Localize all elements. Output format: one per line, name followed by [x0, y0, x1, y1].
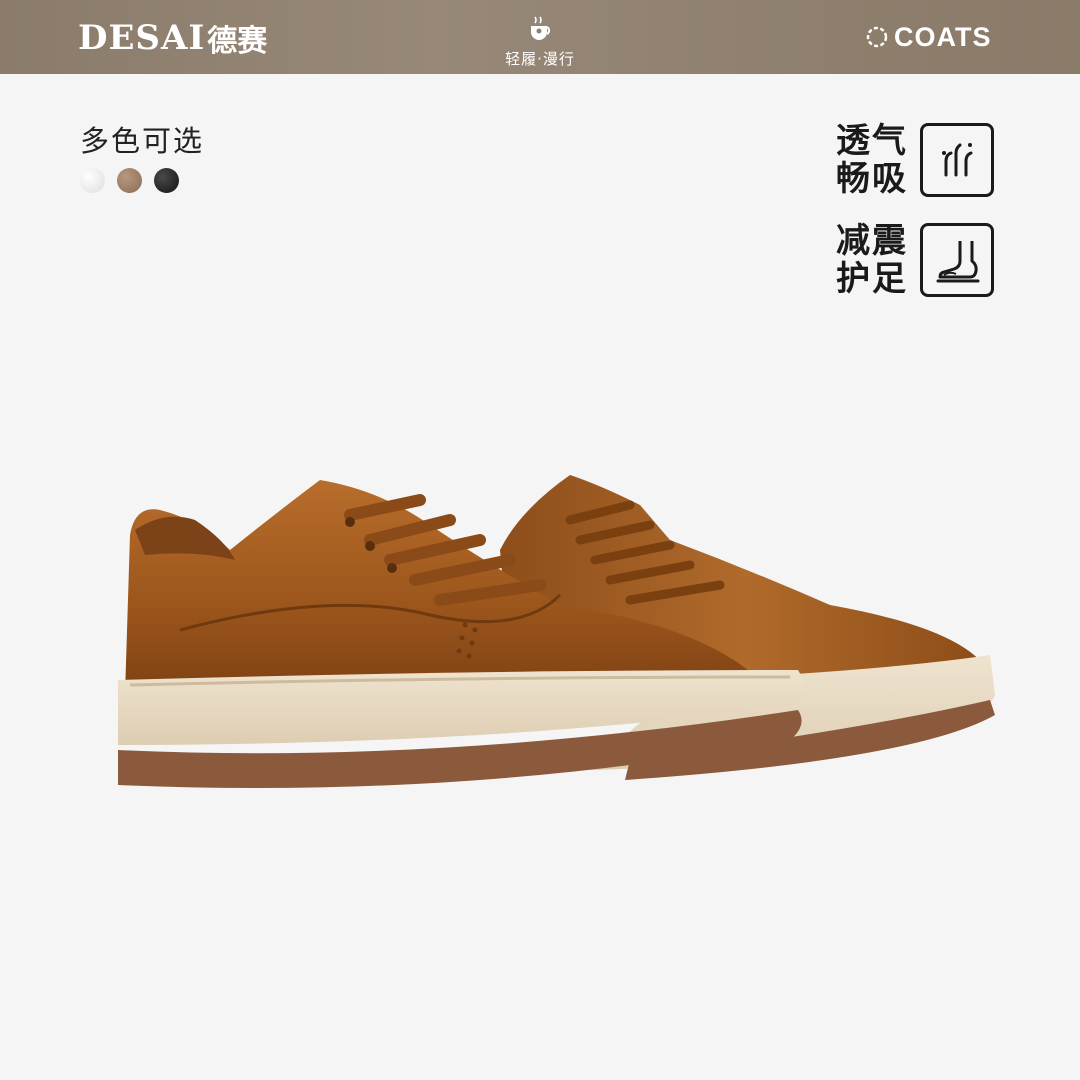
header-bar: DESAI 德赛 轻履·漫行 COATS [0, 0, 1080, 74]
feature-cushion-line2: 护足 [836, 259, 908, 299]
feature-cushion: 减震 护足 [836, 222, 994, 298]
swatch-brown[interactable] [117, 168, 142, 193]
brand-logo[interactable]: DESAI 德赛 [78, 18, 268, 59]
airflow-icon-box [920, 123, 994, 197]
partner-name: COATS [894, 21, 992, 52]
slogan-block: 轻履·漫行 [490, 12, 590, 69]
color-options-title: 多色可选 [80, 124, 205, 158]
feature-breathable: 透气 畅吸 [836, 122, 994, 198]
brand-name-cn: 德赛 [207, 24, 268, 59]
partner-logo: COATS [864, 20, 992, 54]
airflow-icon [942, 143, 973, 177]
swatch-white[interactable] [80, 168, 105, 193]
feature-cushion-text: 减震 护足 [836, 222, 912, 298]
feature-cushion-line1: 减震 [836, 221, 908, 261]
coffee-cup-icon [531, 16, 551, 40]
foot-cushion-icon [936, 241, 980, 283]
coats-ring-icon [866, 26, 888, 48]
slogan-text: 轻履·漫行 [505, 50, 575, 68]
brand-name-en: DESAI [78, 18, 206, 58]
shoe-image [118, 475, 995, 788]
feature-breathable-line1: 透气 [836, 121, 908, 161]
feature-breathable-line2: 畅吸 [836, 159, 908, 199]
swatch-black[interactable] [154, 168, 179, 193]
foot-cushion-icon-box [920, 223, 994, 297]
color-swatches [80, 168, 179, 193]
feature-breathable-text: 透气 畅吸 [836, 122, 912, 198]
